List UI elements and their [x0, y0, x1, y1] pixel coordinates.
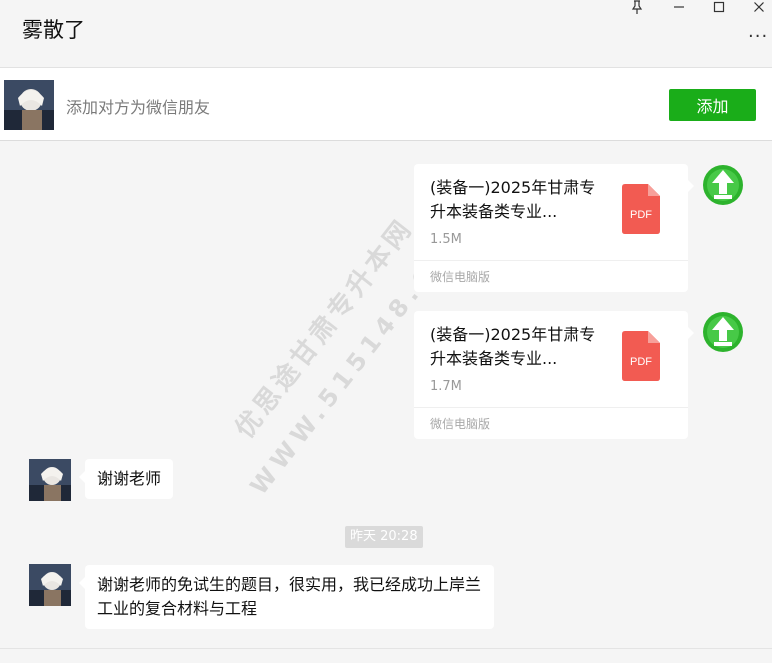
sender-avatar[interactable]	[702, 311, 744, 353]
pdf-label: PDF	[630, 209, 652, 221]
pdf-file-icon: PDF	[622, 184, 660, 238]
title-bar: 雾散了 ···	[0, 0, 772, 68]
pdf-file-icon: PDF	[622, 331, 660, 385]
green-up-arrow-icon	[703, 312, 743, 352]
more-options-icon[interactable]: ···	[748, 26, 768, 47]
green-up-arrow-icon	[703, 165, 743, 205]
file-size: 1.5M	[430, 232, 462, 247]
file-size: 1.7M	[430, 379, 462, 394]
minimize-icon[interactable]	[664, 0, 694, 14]
chat-message: 谢谢老师	[78, 459, 174, 499]
message-timestamp: 昨天 20:28	[345, 526, 423, 548]
chat-message: 谢谢老师的免试生的题目，很实用，我已经成功上岸兰工业的复合材料与工程	[79, 565, 494, 629]
maximize-icon[interactable]	[704, 0, 734, 14]
contact-avatar[interactable]	[29, 459, 71, 501]
add-friend-hint: 添加对方为微信朋友	[66, 98, 211, 117]
pin-icon[interactable]	[622, 0, 652, 14]
file-footer: 微信电脑版	[414, 260, 688, 293]
file-name: (装备一)2025年甘肃专升本装备类专业...	[430, 178, 596, 221]
chat-title: 雾散了	[22, 18, 85, 42]
file-name: (装备一)2025年甘肃专升本装备类专业...	[430, 325, 596, 368]
file-source: 微信电脑版	[430, 417, 491, 431]
file-message-2[interactable]: (装备一)2025年甘肃专升本装备类专业... 1.7M PDF 微信电脑版	[414, 311, 694, 440]
file-footer: 微信电脑版	[414, 407, 688, 440]
add-friend-button[interactable]: 添加	[669, 89, 756, 121]
file-message-1[interactable]: (装备一)2025年甘肃专升本装备类专业... 1.5M PDF 微信电脑版	[414, 164, 694, 293]
pdf-label: PDF	[630, 356, 652, 368]
sender-avatar[interactable]	[702, 164, 744, 206]
input-divider	[0, 648, 772, 649]
contact-avatar[interactable]	[4, 80, 54, 130]
contact-avatar[interactable]	[29, 564, 71, 606]
close-icon[interactable]	[744, 0, 772, 14]
add-friend-bar: 添加对方为微信朋友 添加	[0, 68, 772, 141]
file-source: 微信电脑版	[430, 270, 491, 284]
